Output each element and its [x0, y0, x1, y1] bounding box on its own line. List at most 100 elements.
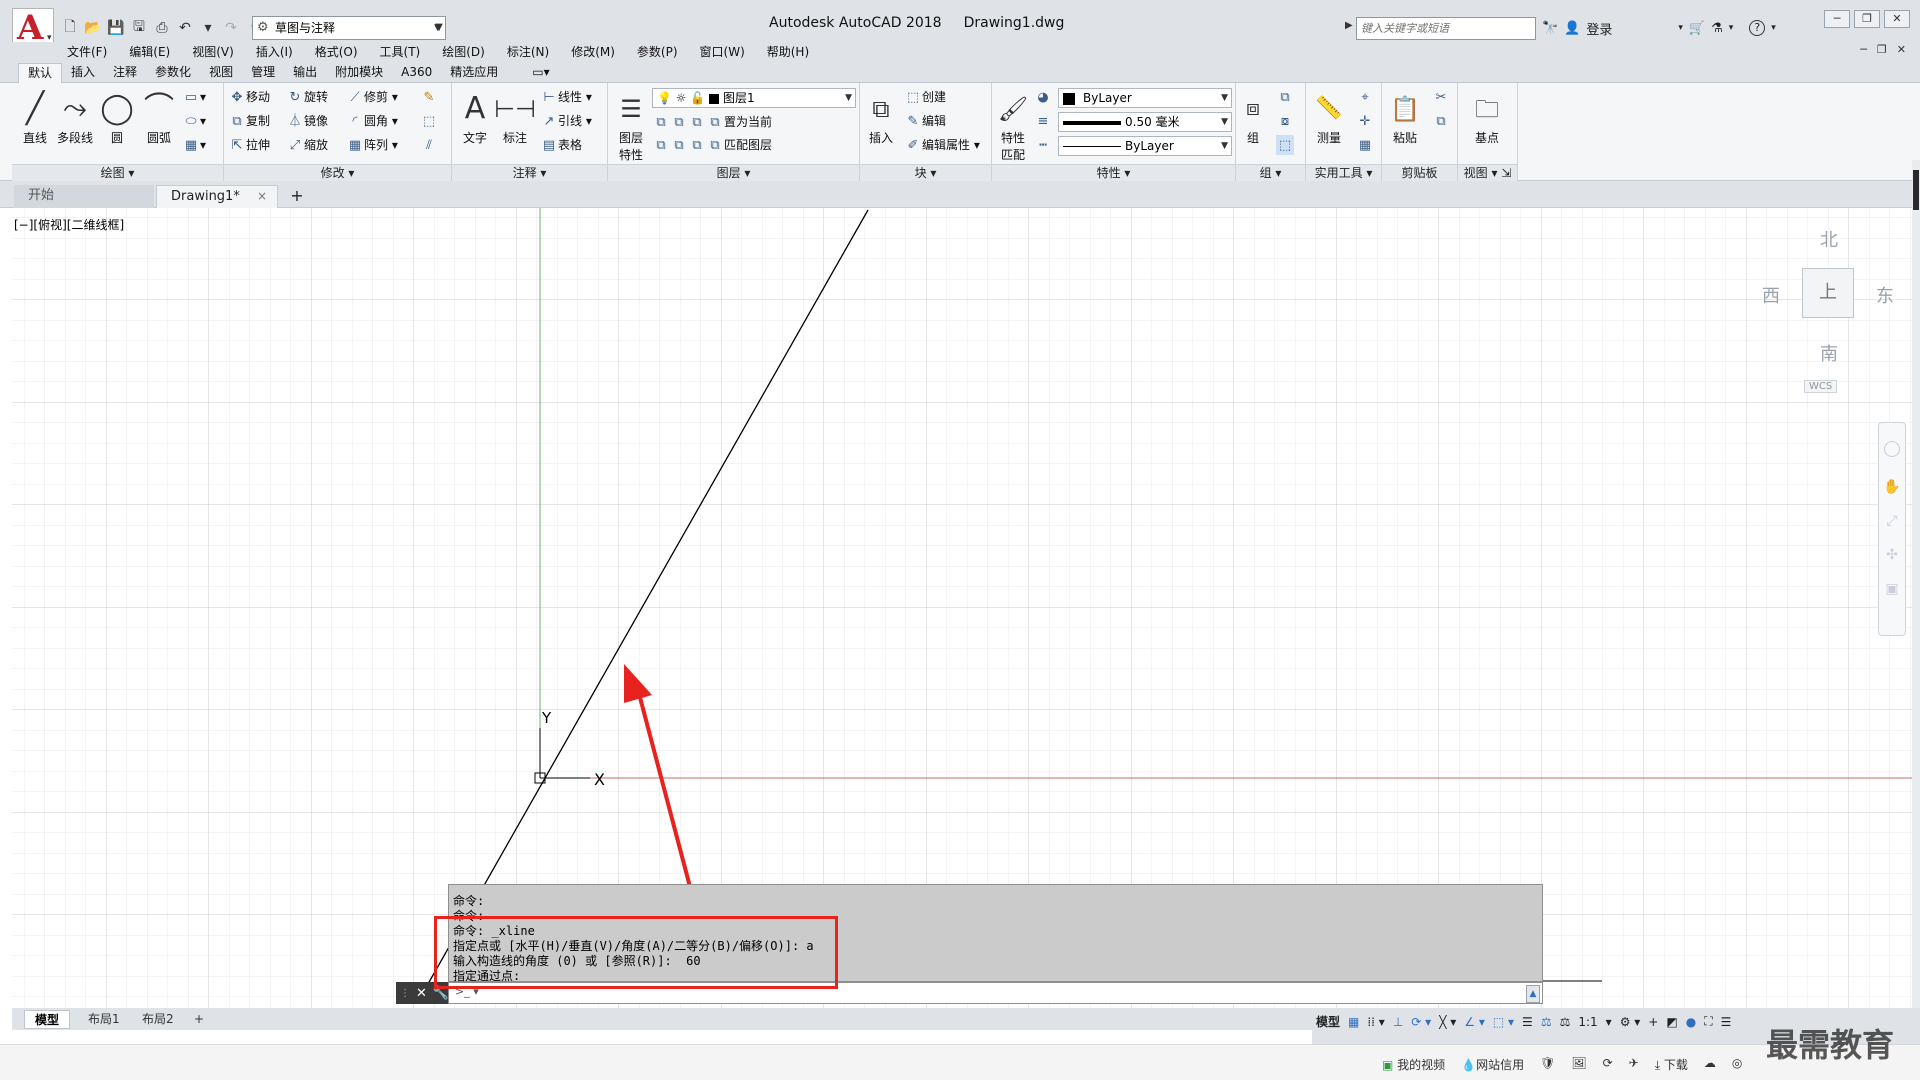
annotation-visibility-icon[interactable]: ☰ — [1522, 1015, 1533, 1029]
menu-format[interactable]: 格式(O) — [315, 42, 358, 62]
exchange-icon[interactable]: ⚗ — [1711, 21, 1723, 36]
minimize-button[interactable]: ─ — [1824, 10, 1850, 28]
tab-output[interactable]: 输出 — [284, 63, 326, 83]
navigation-bar[interactable]: ✋ ⤢ ✣ ▣ — [1878, 422, 1906, 636]
viewcube[interactable]: 北 西 东 南 上 WCS — [1752, 222, 1902, 402]
move-button[interactable]: ✥ 移动 — [228, 87, 270, 107]
erase-icon[interactable]: ✎ — [420, 87, 438, 107]
showmotion-icon[interactable]: ▣ — [1879, 581, 1905, 597]
login-button[interactable]: 登录 — [1586, 19, 1612, 38]
shield-icon[interactable]: 🛡 — [1540, 1056, 1555, 1073]
paste-button[interactable]: 📋 粘贴 — [1384, 89, 1426, 146]
doc-minimize-icon[interactable]: ─ — [1860, 43, 1867, 56]
plus-icon[interactable]: + — [1648, 1015, 1658, 1029]
selection-cycle-icon[interactable]: ⬚ ▾ — [1493, 1015, 1514, 1029]
group-edit-icon[interactable]: ⧇ — [1276, 111, 1294, 131]
menu-dimension[interactable]: 标注(N) — [507, 42, 549, 62]
cloud-icon[interactable]: ☁ — [1704, 1056, 1716, 1073]
chevron-down-icon[interactable]: ▾ — [1606, 1015, 1612, 1029]
group-select-icon[interactable]: ⬚ — [1276, 135, 1294, 155]
site-credit-link[interactable]: 💧网站信用 — [1461, 1056, 1524, 1073]
undo-dropdown-icon[interactable]: ▾ — [198, 18, 218, 38]
annotation-scale-value[interactable]: 1:1 — [1578, 1015, 1597, 1029]
offset-icon[interactable]: ⫽ — [420, 135, 438, 155]
rotate-button[interactable]: ↻ 旋转 — [286, 87, 328, 107]
redo-icon[interactable]: ↷ — [221, 18, 241, 38]
ribbon-toggle-icon[interactable]: ▭▾ — [523, 63, 558, 83]
polar-icon[interactable]: ⟳ ▾ — [1411, 1015, 1431, 1029]
save-icon[interactable]: 💾 — [106, 18, 126, 38]
chevron-down-icon[interactable]: ▾ — [1729, 23, 1734, 33]
model-space-button[interactable]: 模型 — [1316, 1013, 1340, 1030]
scale-button[interactable]: ⤢ 缩放 — [286, 135, 328, 155]
calculator-icon[interactable]: ▦ — [1356, 135, 1374, 155]
chevron-down-icon[interactable]: ▾ — [1771, 23, 1776, 33]
group-button[interactable]: ⧈ 组 — [1236, 89, 1270, 146]
viewcube-top-face[interactable]: 上 — [1802, 268, 1854, 318]
viewcube-east[interactable]: 东 — [1876, 282, 1894, 308]
insert-block-button[interactable]: ⧉ 插入 — [860, 89, 902, 146]
stretch-button[interactable]: ⇱ 拉伸 — [228, 135, 270, 155]
vertical-scrollbar[interactable] — [1912, 160, 1920, 1040]
help-icon[interactable]: ? — [1749, 20, 1766, 36]
customize-qat-button[interactable]: ▼ — [432, 17, 446, 39]
lineweight-select[interactable]: 0.50 毫米 ▼ — [1058, 112, 1232, 132]
workspace-gear-icon[interactable]: ⚙ ▾ — [1620, 1015, 1641, 1029]
osnap-icon[interactable]: ╳ ▾ — [1439, 1015, 1456, 1029]
snap-icon[interactable]: ⁞⁞ ▾ — [1367, 1015, 1384, 1029]
viewport-controls-label[interactable]: [−][俯视][二维线框] — [14, 216, 124, 233]
panel-utilities-title[interactable]: 实用工具 ▾ — [1306, 164, 1381, 181]
table-button[interactable]: ▤ 表格 — [540, 135, 582, 155]
menu-edit[interactable]: 编辑(E) — [129, 42, 170, 62]
menu-help[interactable]: 帮助(H) — [767, 42, 809, 62]
doc-restore-icon[interactable]: ❐ — [1877, 43, 1887, 56]
layer-tools-row-1[interactable]: ⧉ ⧉ ⧉ ⧉ 置为当前 — [652, 112, 772, 132]
browser-icon[interactable]: ◎ — [1732, 1056, 1742, 1073]
linetype-icon[interactable]: ┅ — [1034, 135, 1052, 155]
my-video-link[interactable]: ▣ 我的视频 — [1382, 1056, 1445, 1073]
menu-file[interactable]: 文件(F) — [67, 42, 107, 62]
customize-icon[interactable]: ☰ — [1721, 1015, 1732, 1029]
chevron-down-icon[interactable]: ▾ — [1678, 23, 1683, 33]
menu-modify[interactable]: 修改(M) — [571, 42, 615, 62]
save-as-icon[interactable]: 🖫 — [129, 18, 149, 38]
search-expand-icon[interactable]: ▶ — [1345, 20, 1353, 31]
dimension-button[interactable]: ⊢⊣ 标注 — [494, 89, 536, 146]
tab-insert[interactable]: 插入 — [62, 63, 104, 83]
open-file-icon[interactable]: 📂 — [83, 18, 103, 38]
doc-close-icon[interactable]: ✕ — [1897, 43, 1906, 56]
hatch-icon[interactable]: ▦ ▾ — [182, 135, 206, 155]
ungroup-icon[interactable]: ⧉ — [1276, 87, 1294, 107]
pan-icon[interactable]: ✋ — [1879, 479, 1905, 495]
tab-layout2[interactable]: 布局2 — [132, 1010, 184, 1029]
panel-block-title[interactable]: 块 ▾ — [860, 164, 991, 181]
tab-default[interactable]: 默认 — [18, 63, 63, 83]
trim-button[interactable]: ⟋ 修剪 ▾ — [346, 87, 397, 107]
scrollbar-thumb[interactable] — [1913, 170, 1919, 210]
tab-manage[interactable]: 管理 — [242, 63, 284, 83]
panel-draw-title[interactable]: 绘图 ▾ — [12, 164, 223, 181]
grid-icon[interactable]: ▦ — [1348, 1015, 1359, 1029]
layer-select[interactable]: 💡 ☼ 🔓 图层1 ▼ — [652, 88, 856, 108]
menu-parametric[interactable]: 参数(P) — [637, 42, 678, 62]
panel-groups-title[interactable]: 组 ▾ — [1236, 164, 1305, 181]
close-icon[interactable]: ✕ — [416, 986, 427, 1001]
print-icon[interactable]: ⎙ — [152, 18, 172, 38]
point-icon[interactable]: ✛ — [1356, 111, 1374, 131]
close-button[interactable]: ✕ — [1884, 10, 1910, 28]
menu-tools[interactable]: 工具(T) — [380, 42, 421, 62]
layer-properties-button[interactable]: ☰ 图层 特性 — [610, 89, 652, 163]
menu-window[interactable]: 窗口(W) — [700, 42, 745, 62]
ellipse-icon[interactable]: ⬭ ▾ — [182, 111, 206, 131]
undo-icon[interactable]: ↶ — [175, 18, 195, 38]
arc-button[interactable]: ⌒ 圆弧 — [138, 89, 180, 146]
isolate-icon[interactable]: ◩ — [1666, 1015, 1677, 1029]
tab-model[interactable]: 模型 — [24, 1010, 71, 1029]
text-button[interactable]: A 文字 — [454, 89, 496, 146]
copy-clip-icon[interactable]: ⧉ — [1432, 111, 1450, 131]
circle-button[interactable]: ◯ 圆 — [96, 89, 138, 146]
menu-draw[interactable]: 绘图(D) — [442, 42, 485, 62]
hardware-accel-icon[interactable]: ● — [1686, 1015, 1696, 1029]
tab-layout1[interactable]: 布局1 — [78, 1010, 130, 1029]
new-file-icon[interactable]: 🗋 — [60, 18, 80, 38]
